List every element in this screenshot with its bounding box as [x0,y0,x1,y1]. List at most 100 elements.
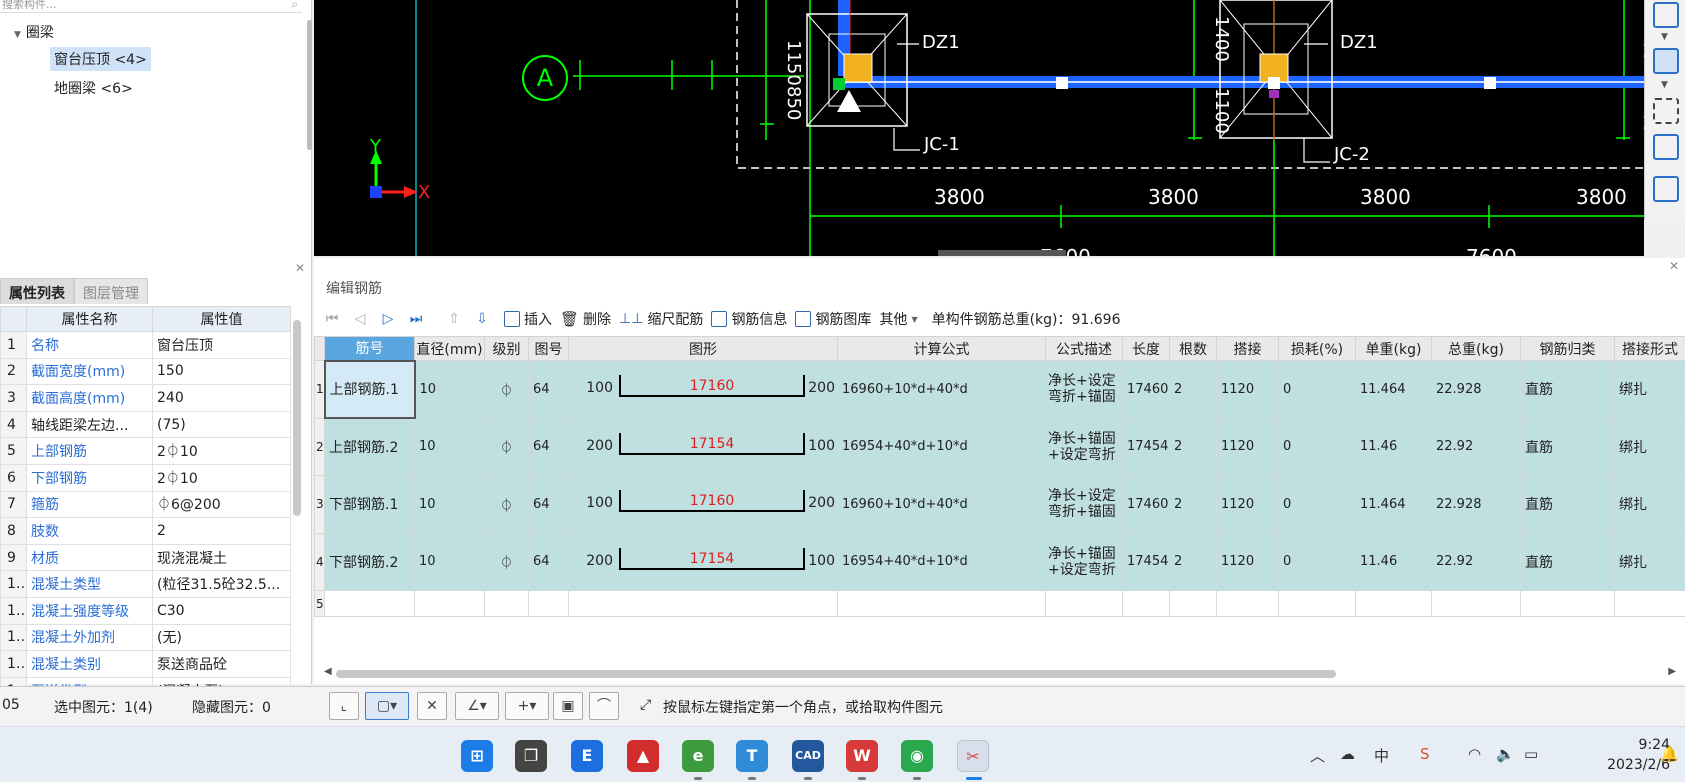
app-a-icon[interactable]: ▲ [627,740,659,772]
fullscreen-icon[interactable] [1653,98,1679,124]
property-row[interactable]: 9 材质 现浇混凝土 [0,543,291,572]
rebar-column-header[interactable]: 公式描述 [1045,336,1123,361]
shape-right-value[interactable]: 200 [808,380,835,396]
grade-cell[interactable]: ⏀ [484,360,529,419]
offset-tool-button[interactable]: +▾ [505,692,549,720]
diameter-cell[interactable]: 10 [414,475,485,534]
ime-indicator[interactable]: 中 [1374,745,1389,766]
formula-cell[interactable]: 16954+40*d+10*d [837,417,1046,476]
figure-number-cell[interactable]: 64 [528,475,569,534]
tree-expand-icon[interactable]: ▼ [14,30,21,40]
cloud-offline-icon[interactable]: ☁ [1340,745,1355,763]
chevron-down-icon[interactable]: ▼ [1661,32,1668,42]
length-cell[interactable]: 17460 [1122,475,1170,534]
empty-cell[interactable] [837,590,1046,617]
browser-icon[interactable]: e [682,740,714,772]
property-value[interactable]: (粒径31.5砼32.5... [152,570,291,598]
empty-cell[interactable] [1278,590,1356,617]
chevron-down-icon[interactable]: ▼ [1661,80,1668,90]
tree-node-ring-beam[interactable]: ▼ 圈梁 [14,22,54,42]
formula-description-cell[interactable]: 净长+锚固+设定弯折 [1045,417,1123,476]
diameter-cell[interactable]: 10 [414,532,485,591]
property-row[interactable]: 6 下部钢筋 2⏀10 [0,463,291,492]
property-value[interactable]: 现浇混凝土 [152,543,291,572]
component-search-input[interactable]: 搜索构件... ⌕ [0,0,302,13]
empty-cell[interactable] [568,590,838,617]
close-icon[interactable]: ✕ [1669,259,1679,273]
active-app-icon[interactable]: ✂ [957,740,989,772]
last-record-icon[interactable]: ⏭ [402,311,430,327]
shape-left-value[interactable]: 100 [573,380,613,396]
rebar-library-button[interactable]: 钢筋图库 [795,309,871,329]
property-value[interactable]: 2⏀10 [152,437,291,465]
table-row[interactable]: 3 下部钢筋.1 10 ⏀ 64 100 17160 200 16960+10*d+40*d 净长… [314,475,1685,534]
empty-cell[interactable] [1614,590,1685,617]
first-record-icon[interactable]: ⏮ [318,311,346,327]
empty-cell[interactable] [414,590,485,617]
rebar-column-header[interactable]: 直径(mm) [414,336,485,361]
property-value[interactable]: (无) [152,623,291,652]
rebar-info-button[interactable]: 钢筋信息 [711,309,787,329]
rebar-column-header[interactable]: 图形 [568,336,838,361]
rebar-column-header[interactable]: 钢筋归类 [1520,336,1615,361]
property-value[interactable]: ⏀6@200 [152,490,291,519]
property-row[interactable]: 12 混凝土外加剂 (无) [0,623,291,652]
snap-tool-button[interactable]: ▣ [553,692,583,720]
shape-left-value[interactable]: 100 [573,495,613,511]
cad-viewport[interactable]: A DZ1 DZ1 JC-1 JC-2 1150 850 1400 1100 1… [314,0,1644,256]
wps-icon[interactable]: W [846,740,878,772]
length-cell[interactable]: 17454 [1122,417,1170,476]
table-row-empty[interactable]: 5 [314,590,1685,617]
property-value[interactable]: 2⏀10 [152,463,291,492]
table-row[interactable]: 1 上部钢筋.1 10 ⏀ 64 100 17160 200 16960+10*d+40*d 净长… [314,359,1685,419]
empty-cell[interactable] [1045,590,1123,617]
loss-cell[interactable]: 0 [1278,532,1356,591]
property-row[interactable]: 11 混凝土强度等级 C30 [0,596,291,625]
shape-right-value[interactable]: 200 [808,495,835,511]
property-row[interactable]: 5 上部钢筋 2⏀10 [0,437,291,465]
cad-app-icon[interactable]: CAD [792,740,824,772]
shape-middle-value[interactable]: 17160 [619,378,805,394]
select-box-tool-button[interactable]: ▢▾ [365,692,409,720]
rebar-class-cell[interactable]: 直筋 [1520,532,1615,591]
insert-button[interactable]: 插入 [504,309,552,329]
unit-weight-cell[interactable]: 11.46 [1355,417,1432,476]
table-row[interactable]: 4 下部钢筋.2 10 ⏀ 64 200 17154 100 16954+40*d+10*d 净长… [314,532,1685,591]
lap-type-cell[interactable]: 绑扎 [1614,417,1685,476]
rebar-class-cell[interactable]: 直筋 [1520,360,1615,419]
unit-weight-cell[interactable]: 11.464 [1355,360,1432,419]
property-row[interactable]: 2 截面宽度(mm) 150 [0,357,291,386]
rebar-column-header[interactable]: 根数 [1169,336,1217,361]
scroll-left-icon[interactable]: ◀ [324,666,332,677]
task-view-icon[interactable]: ❐ [515,740,547,772]
formula-description-cell[interactable]: 净长+设定弯折+锚固 [1045,360,1123,419]
horizontal-scrollbar[interactable]: ◀ ▶ [324,666,1676,678]
move-up-icon[interactable]: ⇧ [440,311,468,327]
rebar-column-header[interactable]: 长度 [1122,336,1170,361]
count-cell[interactable]: 2 [1169,417,1217,476]
rebar-column-header[interactable]: 计算公式 [837,336,1046,361]
property-row[interactable]: 10 混凝土类型 (粒径31.5砼32.5... [0,570,291,598]
lap-cell[interactable]: 1120 [1216,360,1279,419]
shape-middle-value[interactable]: 17160 [619,493,805,509]
rebar-column-header[interactable]: 损耗(%) [1278,336,1356,361]
property-scrollbar[interactable] [293,320,301,516]
empty-cell[interactable] [484,590,529,617]
count-cell[interactable]: 2 [1169,360,1217,419]
next-record-icon[interactable]: ▷ [374,311,402,327]
shape-cell[interactable]: 200 17154 100 [568,532,838,591]
property-value[interactable]: 窗台压顶 [152,331,291,359]
formula-description-cell[interactable]: 净长+锚固+设定弯折 [1045,532,1123,591]
property-row[interactable]: 7 箍筋 ⏀6@200 [0,490,291,519]
empty-cell[interactable] [1169,590,1217,617]
volume-icon[interactable]: 🔈 [1496,745,1515,763]
total-weight-cell[interactable]: 22.928 [1431,360,1521,419]
battery-icon[interactable]: ▭ [1524,745,1538,763]
formula-cell[interactable]: 16954+40*d+10*d [837,532,1046,591]
property-value[interactable]: (75) [152,410,291,439]
shape-middle-value[interactable]: 17154 [619,436,805,452]
view-cube-icon[interactable] [1653,2,1679,28]
empty-cell[interactable] [1355,590,1432,617]
app-e-icon[interactable]: E [571,740,603,772]
loss-cell[interactable]: 0 [1278,417,1356,476]
